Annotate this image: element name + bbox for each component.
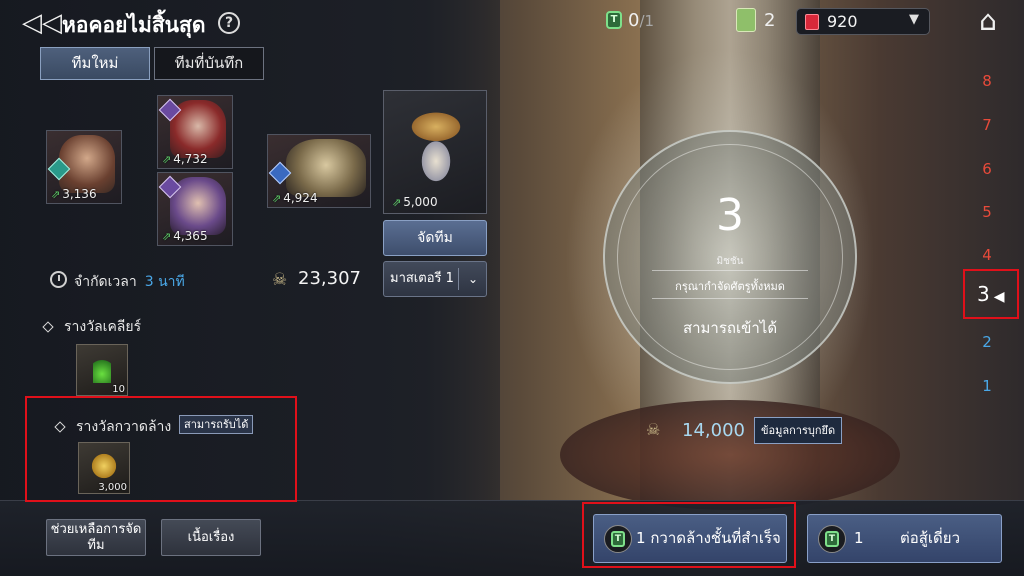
floor-8[interactable]: 8 xyxy=(970,72,1004,90)
solo-cost: 1 xyxy=(854,529,864,547)
hero-slot-1[interactable]: ⇗ 3,136 xyxy=(46,130,122,204)
team-total-power: 23,307 xyxy=(298,268,361,289)
solo-battle-button[interactable]: T 1 ต่อสู้เดี่ยว xyxy=(807,514,1002,563)
power-icon: ⇗ xyxy=(272,192,282,205)
hero-power: 4,365 xyxy=(173,229,208,243)
ticket-count: 0/1 xyxy=(628,10,655,31)
pet-slot[interactable]: ⇗ 5,000 xyxy=(383,90,487,214)
scroll-icon xyxy=(736,8,756,32)
ticket-icon: T xyxy=(818,525,846,553)
hero-portrait xyxy=(59,135,115,193)
home-icon[interactable]: ⌂ xyxy=(972,6,1004,36)
divider xyxy=(652,298,808,299)
ticket-icon: T xyxy=(606,11,622,29)
clear-reward-title: รางวัลเคลียร์ xyxy=(42,316,141,338)
pet-portrait xyxy=(402,101,470,187)
arrange-team-button[interactable]: จัดทีม xyxy=(383,220,487,256)
potion-icon xyxy=(93,353,111,383)
floor-current[interactable]: 3 ◀ xyxy=(963,269,1019,319)
gem-icon xyxy=(805,14,819,30)
chevron-down-icon: ⌄ xyxy=(468,272,479,286)
pet-power: 5,000 xyxy=(403,195,438,209)
floor-1[interactable]: 1 xyxy=(970,377,1004,395)
divider xyxy=(652,270,808,271)
chevron-down-icon: ▼ xyxy=(909,12,919,27)
sweep-button-highlight xyxy=(582,502,796,568)
floor-5[interactable]: 5 xyxy=(970,203,1004,221)
arena-floor xyxy=(560,400,900,510)
power-icon: ⇗ xyxy=(392,196,402,209)
mission-description: กรุณากำจัดศัตรูทั้งหมด xyxy=(675,280,785,293)
stage-number: 3 xyxy=(716,190,744,241)
help-icon[interactable]: ? xyxy=(218,12,240,34)
story-button[interactable]: เนื้อเรื่อง xyxy=(161,519,261,556)
hero-slot-3[interactable]: ⇗ 4,365 xyxy=(157,172,233,246)
enemy-info-button[interactable]: ข้อมูลการบุกยึด xyxy=(754,417,843,444)
recommended-power: 14,000 xyxy=(682,420,745,441)
solo-label: ต่อสู้เดี่ยว xyxy=(900,529,960,547)
gem-currency-dropdown[interactable]: 920 ▼ xyxy=(796,8,930,35)
mission-label: มิชชัน xyxy=(716,256,744,267)
floor-4[interactable]: 4 xyxy=(970,246,1004,264)
back-button[interactable]: ◁◁ xyxy=(22,8,62,38)
tab-new-team[interactable]: ทีมใหม่ xyxy=(40,47,150,80)
tab-saved-team[interactable]: ทีมที่บันทึก xyxy=(154,47,264,80)
skull-power-icon: ☠ xyxy=(272,270,288,290)
diamond-bullet-icon xyxy=(42,321,54,333)
floor-7[interactable]: 7 xyxy=(970,116,1004,134)
skull-power-icon: ☠ xyxy=(646,420,661,439)
hero-power: 4,732 xyxy=(173,152,208,166)
scroll-count: 2 xyxy=(764,10,776,31)
hero-slot-4[interactable]: ⇗ 4,924 xyxy=(267,134,371,208)
enter-status: สามารถเข้าได้ xyxy=(682,319,778,337)
sweep-reward-highlight xyxy=(25,396,297,502)
hero-power: 4,924 xyxy=(283,191,318,205)
time-limit-value: 3 นาที xyxy=(144,274,185,290)
reward-quantity: 10 xyxy=(112,384,125,395)
hero-slot-2[interactable]: ⇗ 4,732 xyxy=(157,95,233,169)
team-assist-button[interactable]: ช่วยเหลือการจัดทีม xyxy=(46,519,146,556)
page-title: หอคอยไม่สิ้นสุด xyxy=(62,13,206,37)
clear-reward-potion[interactable]: 10 xyxy=(76,344,128,396)
divider xyxy=(458,268,459,290)
hero-power: 3,136 xyxy=(62,187,97,201)
power-icon: ⇗ xyxy=(162,153,172,166)
mastery-value: มาสเตอรี 1 xyxy=(390,271,454,286)
hero-portrait xyxy=(286,139,366,197)
time-limit: จำกัดเวลา 3 นาที xyxy=(74,274,185,290)
gem-count: 920 xyxy=(827,12,858,31)
floor-6[interactable]: 6 xyxy=(970,160,1004,178)
power-icon: ⇗ xyxy=(51,188,61,201)
power-icon: ⇗ xyxy=(162,230,172,243)
stopwatch-icon xyxy=(50,271,67,288)
floor-2[interactable]: 2 xyxy=(970,333,1004,351)
current-floor-marker-icon: ◀ xyxy=(993,289,1005,305)
mastery-select[interactable]: มาสเตอรี 1 ⌄ xyxy=(383,261,487,297)
